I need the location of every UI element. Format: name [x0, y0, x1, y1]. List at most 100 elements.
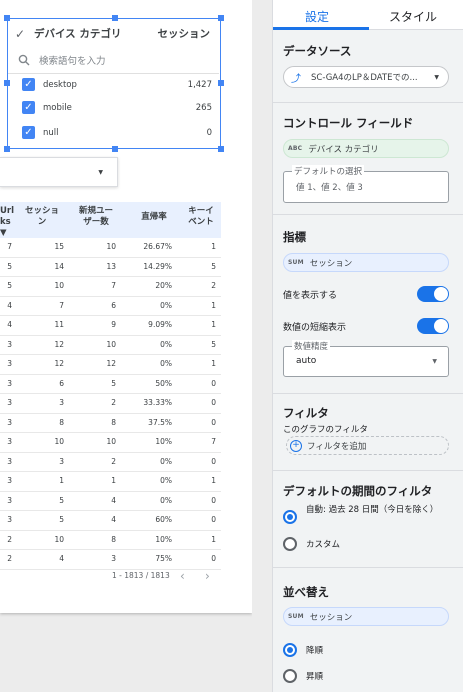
table-row[interactable]: 5 10 7 20% 2	[0, 277, 221, 297]
section-title-metric: 指標	[283, 230, 306, 244]
table-cell: 1	[211, 300, 216, 310]
search-placeholder: 検索語句を入力	[39, 56, 106, 67]
radio-icon[interactable]	[283, 669, 297, 683]
show-values-toggle[interactable]	[417, 286, 449, 302]
check-icon[interactable]: ✓	[14, 27, 26, 41]
search-input[interactable]: 検索語句を入力	[18, 52, 214, 68]
table-row[interactable]: 3 3 2 0% 0	[0, 453, 221, 472]
precision-select[interactable]: 数値精度 auto ▼	[283, 340, 449, 377]
table-cell: 5	[111, 378, 116, 388]
resize-handle[interactable]	[4, 80, 10, 86]
column-header[interactable]: 新規ユー ザー数	[72, 206, 120, 228]
resize-handle[interactable]	[112, 15, 118, 21]
table-cell: 14	[54, 261, 64, 271]
table-cell: 3	[7, 515, 12, 524]
radio-selected-icon[interactable]	[283, 510, 297, 524]
prev-page-icon[interactable]: ‹	[180, 569, 185, 583]
add-filter-button[interactable]: + フィルタを追加	[286, 436, 449, 455]
column-header[interactable]: キーイ ベント	[184, 206, 218, 228]
table-row[interactable]: 3 1 1 0% 1	[0, 472, 221, 492]
properties-panel: 設定 スタイル データソース ⤴ SC-GA4のLP＆DATEでの... ▼ コ…	[272, 0, 463, 692]
date-auto-option[interactable]: 自動: 過去 28 日間（今日を除く）	[283, 504, 449, 524]
table-cell: 6	[111, 300, 116, 310]
checkbox-checked-icon[interactable]: ✓	[22, 78, 35, 91]
data-source-name: SC-GA4のLP＆DATEでの...	[311, 73, 418, 83]
table-row[interactable]: 3 8 8 37.5% 0	[0, 414, 221, 433]
dropdown-arrow-icon: ▼	[432, 358, 437, 365]
table-row[interactable]: 4 11 9 9.09% 1	[0, 316, 221, 336]
column-header[interactable]: Url ks ▼	[0, 206, 14, 239]
table-cell: 7	[211, 437, 216, 446]
table-row[interactable]: 3 12 10 0% 5	[0, 336, 221, 355]
resize-handle[interactable]	[112, 146, 118, 152]
metric-label: セッション	[157, 28, 211, 40]
table-row[interactable]: 2 4 3 75% 0	[0, 550, 221, 570]
section-title-sort: 並べ替え	[283, 585, 329, 599]
compact-numbers-row: 数値の短縮表示	[283, 318, 449, 334]
next-page-icon[interactable]: ›	[205, 569, 210, 583]
compact-numbers-toggle[interactable]	[417, 318, 449, 334]
table-cell: 4	[7, 320, 12, 329]
compact-numbers-label: 数値の短縮表示	[283, 322, 347, 333]
panel-tabs: 設定 スタイル	[273, 0, 463, 30]
filter-control-header: ✓ デバイス カテゴリ セッション	[14, 26, 210, 41]
resize-handle[interactable]	[218, 80, 224, 86]
data-source-selector[interactable]: ⤴ SC-GA4のLP＆DATEでの... ▼	[283, 66, 449, 88]
sort-desc-option[interactable]: 降順	[283, 643, 449, 657]
resize-handle[interactable]	[218, 146, 224, 152]
column-header[interactable]: セッション	[20, 206, 64, 228]
dimension-chip[interactable]: ABC デバイス カテゴリ	[283, 139, 449, 158]
table-cell: 4	[59, 554, 64, 563]
section-title-filter: フィルタ	[283, 406, 329, 420]
sort-asc-option[interactable]: 昇順	[283, 669, 449, 683]
sort-metric-chip[interactable]: SUM セッション	[283, 607, 449, 626]
table-row[interactable]: 7 15 10 26.67% 1	[0, 238, 221, 258]
table-cell: 5	[7, 281, 12, 290]
divider	[273, 393, 463, 394]
item-value: 265	[195, 102, 212, 113]
list-item[interactable]: ✓ mobile 265	[22, 101, 212, 114]
dropdown-arrow-icon: ▼	[98, 169, 103, 176]
chip-label: セッション	[309, 612, 353, 623]
table-row[interactable]: 3 10 10 10% 7	[0, 433, 221, 453]
table-row[interactable]: 3 3 2 33.33% 0	[0, 394, 221, 414]
checkbox-checked-icon[interactable]: ✓	[22, 101, 35, 114]
table-cell: 8	[59, 417, 64, 427]
checkbox-checked-icon[interactable]: ✓	[22, 126, 35, 139]
table-row[interactable]: 3 5 4 0% 0	[0, 492, 221, 511]
table-cell: 3	[7, 476, 12, 485]
item-value: 0	[206, 127, 212, 138]
radio-selected-icon[interactable]	[283, 643, 297, 657]
item-label: null	[43, 127, 59, 138]
report-canvas: ✓ デバイス カテゴリ セッション 検索語句を入力 ✓ desktop 1,42…	[0, 0, 252, 613]
table-cell: 12	[54, 359, 64, 368]
table-cell: 5	[59, 495, 64, 505]
tab-style[interactable]: スタイル	[389, 8, 437, 25]
date-custom-option[interactable]: カスタム	[283, 537, 449, 551]
table-row[interactable]: 3 5 4 60% 0	[0, 511, 221, 531]
list-item[interactable]: ✓ null 0	[22, 126, 212, 139]
table-cell: 20%	[155, 281, 172, 290]
table-cell: 0	[211, 398, 216, 407]
list-item[interactable]: ✓ desktop 1,427	[22, 78, 212, 91]
table-row[interactable]: 2 10 8 10% 1	[0, 531, 221, 550]
table-cell: 0	[211, 378, 216, 388]
resize-handle[interactable]	[4, 146, 10, 152]
radio-icon[interactable]	[283, 537, 297, 551]
resize-handle[interactable]	[218, 15, 224, 21]
precision-value: auto	[296, 356, 317, 366]
default-selection-field[interactable]: デフォルトの選択 値 1、値 2、値 3	[283, 165, 449, 203]
metric-chip[interactable]: SUM セッション	[283, 253, 449, 272]
tab-setup[interactable]: 設定	[305, 8, 329, 25]
dropdown-control[interactable]: ▼	[0, 157, 118, 187]
table-cell: 15	[54, 242, 64, 251]
table-cell: 26.67%	[143, 242, 172, 251]
show-values-row: 値を表示する	[283, 286, 449, 302]
table-row[interactable]: 3 12 12 0% 1	[0, 355, 221, 375]
table-row[interactable]: 3 6 5 50% 0	[0, 375, 221, 394]
column-header[interactable]: 直帰率	[132, 212, 176, 223]
table-row[interactable]: 4 7 6 0% 1	[0, 297, 221, 316]
resize-handle[interactable]	[4, 15, 10, 21]
table-cell: 2	[111, 456, 116, 466]
table-row[interactable]: 5 14 13 14.29% 5	[0, 258, 221, 277]
